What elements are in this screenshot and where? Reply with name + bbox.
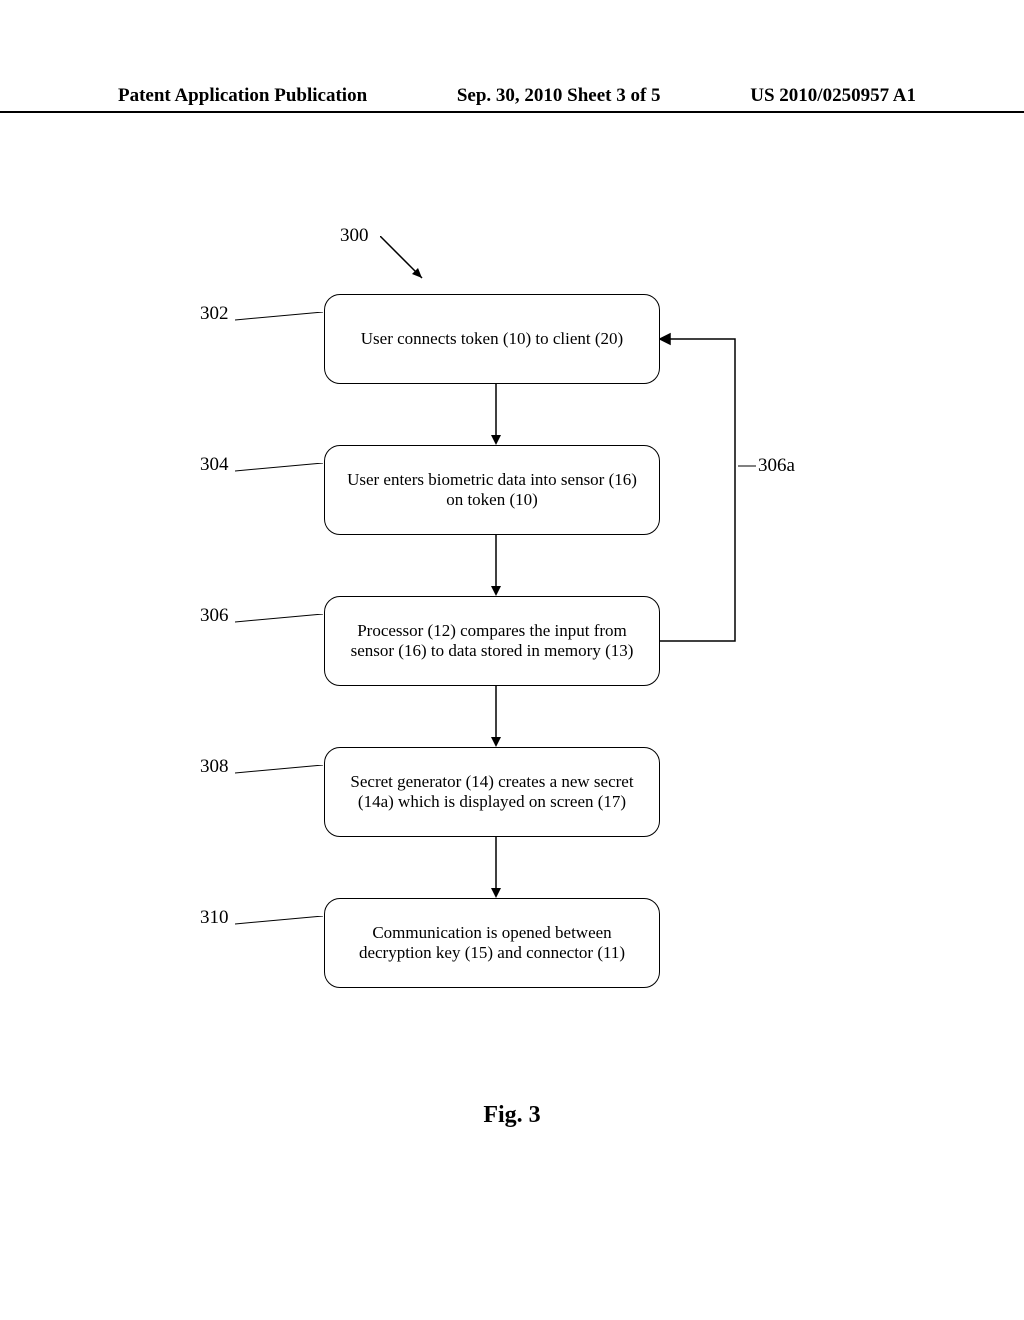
flowchart-diagram: 300 302 User connects token (10) to clie…	[0, 190, 1024, 1090]
ref-306a-leader	[738, 465, 756, 467]
ref-310-label: 310	[200, 907, 229, 929]
figure-label: Fig. 3	[0, 1102, 1024, 1129]
ref-306-leader	[235, 614, 325, 634]
box-302-text: User connects token (10) to client (20)	[361, 329, 623, 349]
ref-306-label: 306	[200, 605, 229, 627]
arrow-308-to-310	[490, 837, 502, 898]
flowchart-box-306: Processor (12) compares the input from s…	[324, 596, 660, 686]
header-right: US 2010/0250957 A1	[750, 85, 916, 107]
box-306-text: Processor (12) compares the input from s…	[345, 621, 639, 661]
flowchart-box-302: User connects token (10) to client (20)	[324, 294, 660, 384]
ref-306a-label: 306a	[758, 455, 795, 477]
ref-308-leader	[235, 765, 325, 785]
ref-300-label: 300	[340, 225, 369, 247]
arrow-302-to-304	[490, 384, 502, 445]
header-left: Patent Application Publication	[118, 85, 367, 107]
ref-308-label: 308	[200, 756, 229, 778]
flowchart-box-308: Secret generator (14) creates a new secr…	[324, 747, 660, 837]
arrow-306-to-308	[490, 686, 502, 747]
box-308-text: Secret generator (14) creates a new secr…	[345, 772, 639, 812]
ref-304-leader	[235, 463, 325, 483]
box-304-text: User enters biometric data into sensor (…	[345, 470, 639, 510]
box-310-text: Communication is opened between decrypti…	[345, 923, 639, 963]
ref-300-leader	[380, 236, 430, 286]
page-header: Patent Application Publication Sep. 30, …	[0, 85, 1024, 113]
ref-310-leader	[235, 916, 325, 936]
ref-302-leader	[235, 312, 325, 332]
flowchart-box-304: User enters biometric data into sensor (…	[324, 445, 660, 535]
feedback-line-306a	[660, 330, 750, 650]
header-center: Sep. 30, 2010 Sheet 3 of 5	[457, 85, 661, 107]
ref-304-label: 304	[200, 454, 229, 476]
ref-302-label: 302	[200, 303, 229, 325]
flowchart-box-310: Communication is opened between decrypti…	[324, 898, 660, 988]
arrow-304-to-306	[490, 535, 502, 596]
